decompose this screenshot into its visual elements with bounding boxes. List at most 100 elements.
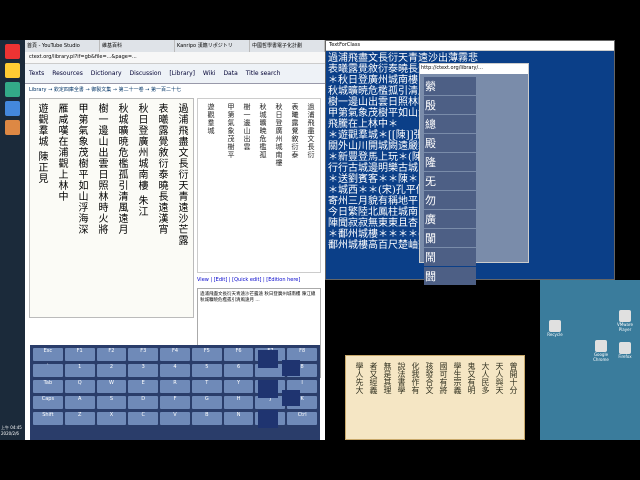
text-column: 樹一邊山出雲: [243, 103, 251, 151]
keyboard-key[interactable]: `: [33, 364, 63, 377]
desktop-icon-chrome[interactable]: Google Chrome: [590, 340, 612, 366]
keyboard-key[interactable]: Q: [64, 380, 95, 393]
nav-data[interactable]: Data: [223, 70, 237, 77]
text-column: 表曦露覺敘衍泰: [291, 103, 299, 159]
panel-column: 說法書學: [397, 362, 406, 394]
keyboard-key[interactable]: S: [96, 396, 127, 409]
panel-column: 國可有將: [439, 362, 448, 394]
app-icon-2[interactable]: [5, 120, 20, 135]
text-editor-window: TextForClass 過浦飛盡文長衍天青遠沙出薄霧悲 表曦露覺敘衍泰曉長遠漢宵…: [325, 40, 615, 285]
nav-texts[interactable]: Texts: [29, 70, 44, 77]
desktop-icon-label: VMware Player: [617, 322, 633, 332]
scroll-panel: 曾開十分 天人與天 大人民多 鬼又有明 學生宗義 國可有將 孩發合文 化我作有 說法書學 無是其理…: [345, 355, 525, 440]
popup-char[interactable]: 廣: [424, 210, 476, 228]
desktop-icon-firefox[interactable]: Firefox: [614, 342, 636, 368]
keyboard-key[interactable]: 6: [223, 364, 254, 377]
keyboard-key[interactable]: C: [128, 412, 159, 425]
keyboard-key[interactable]: F5: [191, 348, 222, 361]
nav-dictionary[interactable]: Dictionary: [91, 70, 122, 77]
nav-resources[interactable]: Resources: [52, 70, 83, 77]
tab-ctext[interactable]: 中國哲學書電子化計劃: [250, 40, 325, 52]
keyboard-key[interactable]: B: [191, 412, 222, 425]
address-bar[interactable]: ctext.org/library.pl?if=gb&file=...&page…: [25, 52, 325, 64]
keyboard-key[interactable]: Z: [64, 412, 95, 425]
keyboard-key[interactable]: Shift: [33, 412, 63, 425]
tab-kanripo[interactable]: Kanripo 漢籍リポジトリ: [175, 40, 250, 52]
keyboard-key[interactable]: F4: [160, 348, 190, 361]
popup-char[interactable]: 旡: [424, 172, 476, 190]
text-column: 甲第氣象茂樹平: [227, 103, 235, 159]
keyboard-key[interactable]: 3: [128, 364, 159, 377]
scan-column: 樹一邊山出雲日照林時火將: [96, 103, 107, 235]
scan-column: 甲第氣象茂樹平如山浮海深: [76, 103, 87, 235]
tile[interactable]: [258, 350, 278, 368]
tile[interactable]: [282, 360, 300, 376]
keyboard-key[interactable]: T: [191, 380, 222, 393]
scan-column: 遊觀羣城 陳正見: [36, 103, 47, 185]
edit-links[interactable]: View | [Edit] | [Quick edit] | [Edition …: [197, 277, 321, 285]
popup-char[interactable]: 殿: [424, 134, 476, 152]
popup-char[interactable]: 總: [424, 115, 476, 133]
popup-char[interactable]: 勿: [424, 191, 476, 209]
keyboard-key[interactable]: G: [191, 396, 222, 409]
breadcrumb[interactable]: Library → 欽定四庫全書 → 御製文集 → 第二十一卷 → 第一百二十七: [29, 86, 319, 96]
window-icon[interactable]: [5, 101, 20, 116]
keyboard-key[interactable]: E: [128, 380, 159, 393]
popup-char[interactable]: 縈: [424, 77, 476, 95]
scan-image: 過浦飛盡文長衍天青遠沙芒露 表曦露覺敘衍泰曉長遠漢宵 秋日登廣州城南樓 朱江 秋…: [29, 98, 194, 318]
nav-library[interactable]: [Library]: [169, 70, 195, 77]
tab-bar: 首頁 - YouTube Studio 維基百科 Kanripo 漢籍リポジトリ…: [25, 40, 325, 52]
popup-char[interactable]: 隆: [424, 153, 476, 171]
desktop-icon-vmware[interactable]: VMware Player: [614, 310, 636, 336]
keyboard-key[interactable]: 4: [160, 364, 190, 377]
popup-chars: 縈殷總殿隆旡勿廣闌鬧闘: [420, 76, 480, 286]
nav-title-search[interactable]: Title search: [246, 70, 281, 77]
keyboard-key[interactable]: F3: [128, 348, 159, 361]
keyboard-key[interactable]: W: [96, 380, 127, 393]
tile[interactable]: [258, 380, 278, 398]
popup-char[interactable]: 殷: [424, 96, 476, 114]
keyboard-key[interactable]: F2: [96, 348, 127, 361]
chrome-icon[interactable]: [5, 82, 20, 97]
popup-char[interactable]: 闌: [424, 229, 476, 247]
site-nav: Texts Resources Dictionary Discussion [L…: [25, 64, 325, 84]
popup-char[interactable]: 闘: [424, 267, 476, 285]
popup-char[interactable]: 鬧: [424, 248, 476, 266]
panel-column: 曾開十分: [509, 362, 518, 394]
panel-column: 化我作有: [411, 362, 420, 394]
keyboard-key[interactable]: F6: [223, 348, 254, 361]
keyboard-key[interactable]: Caps: [33, 396, 63, 409]
keyboard-key[interactable]: D: [128, 396, 159, 409]
keyboard-key[interactable]: 5: [191, 364, 222, 377]
tab-wiki[interactable]: 維基百科: [100, 40, 175, 52]
folder-icon[interactable]: [5, 63, 20, 78]
keyboard-key[interactable]: Esc: [33, 348, 63, 361]
scan-column: 秋日登廣州城南樓 朱江: [136, 103, 147, 218]
panel-column: 者又經義: [369, 362, 378, 394]
desktop: VMware Player Google Chrome Firefox Recy…: [540, 280, 640, 440]
popup-url[interactable]: http://ctext.org/library/...: [420, 64, 528, 74]
keyboard-key[interactable]: Tab: [33, 380, 63, 393]
keyboard-key[interactable]: A: [64, 396, 95, 409]
tile[interactable]: [282, 390, 300, 406]
nav-discussion[interactable]: Discussion: [129, 70, 161, 77]
clock-date: 2020/2/6: [1, 431, 19, 436]
app-icon[interactable]: [5, 44, 20, 59]
keyboard-key[interactable]: F: [160, 396, 190, 409]
char-popup: http://ctext.org/library/... 縈殷總殿隆旡勿廣闌鬧闘: [419, 63, 529, 285]
tile[interactable]: [258, 410, 278, 428]
keyboard-key[interactable]: 1: [64, 364, 95, 377]
keyboard-key[interactable]: 2: [96, 364, 127, 377]
keyboard-key[interactable]: X: [96, 412, 127, 425]
keyboard-key[interactable]: R: [160, 380, 190, 393]
keyboard-key[interactable]: N: [223, 412, 254, 425]
keyboard-key[interactable]: F1: [64, 348, 95, 361]
key-tiles: [258, 350, 348, 440]
desktop-icon-recycle[interactable]: Recycle: [544, 320, 566, 346]
nav-wiki[interactable]: Wiki: [203, 70, 216, 77]
keyboard-key[interactable]: H: [223, 396, 254, 409]
keyboard-key[interactable]: Y: [223, 380, 254, 393]
keyboard-key[interactable]: V: [160, 412, 190, 425]
scan-column: 表曦露覺敘衍泰曉長遠漢宵: [156, 103, 167, 235]
tab-youtube[interactable]: 首頁 - YouTube Studio: [25, 40, 100, 52]
